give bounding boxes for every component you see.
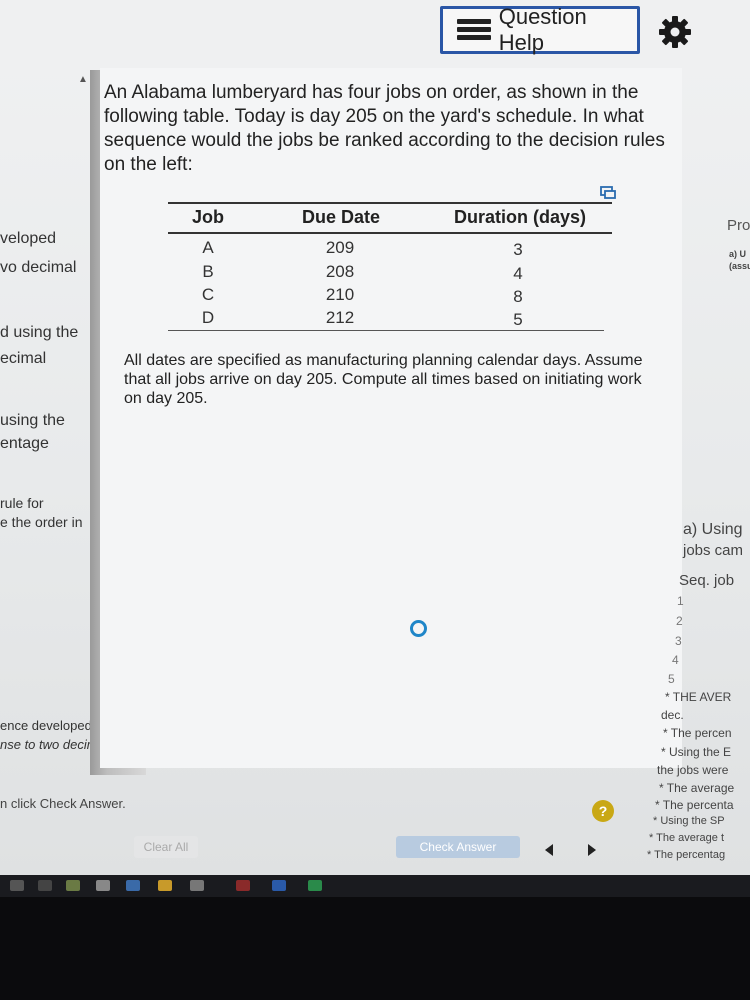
table-cell: B [202,262,214,281]
left-line: using the [0,412,65,429]
table-cell: 3 [513,240,523,259]
taskbar-app-icon[interactable] [66,880,80,891]
taskbar-app-icon[interactable] [158,880,172,891]
table-cell: 8 [513,287,523,306]
right-heading: Pro [727,217,750,234]
question-panel: An Alabama lumberyard has four jobs on o… [100,68,682,768]
left-line: veloped [0,230,57,247]
table-cell: A [202,238,214,257]
assumptions-note: All dates are specified as manufacturing… [124,352,643,407]
seq-number: 5 [668,672,675,686]
table-cell: 210 [325,285,355,304]
left-line: e the order in [0,514,83,530]
table-cell: 5 [513,310,523,329]
list-icon [457,18,491,42]
table-header-duration: Duration (days) [454,207,587,227]
clear-all-button[interactable]: Clear All [134,836,198,858]
question-text: An Alabama lumberyard has four jobs on o… [104,82,665,175]
taskbar-app-icon[interactable] [190,880,204,891]
store-icon[interactable] [96,880,110,891]
footer-bar: n click Check Answer. ? Clear All Check … [0,770,750,858]
right-sub: (assu [729,261,750,271]
seq-number: 4 [672,653,679,667]
right-text: Seq. job [679,572,735,589]
check-answer-button[interactable]: Check Answer [396,836,520,858]
table-cell: C [201,285,215,304]
question-help-label: Question Help [498,4,587,55]
question-help-button[interactable]: Question Help [440,4,640,55]
check-answer-instruction: n click Check Answer. [0,796,126,811]
table-rule [168,330,604,331]
left-line: d using the [0,324,79,341]
right-sub: a) U [729,249,747,259]
right-bullet: * The percen [663,726,732,740]
right-bullet: * Using the E [661,745,732,759]
right-text: jobs cam [683,542,744,559]
table-rule [168,202,612,204]
top-bar: Question Help [0,0,750,68]
taskbar-app-icon[interactable] [126,880,140,891]
taskbar-app-icon[interactable] [308,880,322,891]
screen: Question Help veloped vo decimal d using… [0,0,750,875]
table-cell: 4 [513,264,523,283]
taskbar-app-icon[interactable] [272,880,286,891]
loading-indicator [410,620,427,637]
table-header-due-date: Due Date [302,207,381,227]
table-cell: 212 [325,308,355,327]
right-bullet: * THE AVER [665,690,732,704]
task-view-icon[interactable] [38,880,52,891]
help-icon[interactable]: ? [592,800,614,822]
previous-arrow-icon[interactable] [545,844,553,856]
copy-data-icon[interactable] [600,186,616,200]
table-cell: D [201,308,215,327]
left-panel-instructions: veloped vo decimal d using the ecimal us… [0,70,108,850]
left-line: vo decimal [0,259,77,276]
seq-number: 3 [675,634,682,648]
next-arrow-icon[interactable] [588,844,596,856]
gear-icon[interactable] [657,14,693,50]
left-line: entage [0,435,49,452]
seq-number: 1 [677,594,684,608]
seq-number: 2 [676,614,683,628]
right-bullet: dec. [661,708,684,722]
table-rule [168,232,612,234]
scroll-up-icon[interactable]: ▲ [78,74,88,85]
table-cell: 208 [325,262,355,281]
table-cell: 209 [325,238,355,257]
right-bullet: * The percentag [647,849,726,861]
left-line: ecimal [0,350,47,367]
taskbar-app-icon[interactable] [236,880,250,891]
table-header-job: Job [192,207,225,227]
right-text: a) Using [683,521,743,538]
start-icon[interactable] [10,880,24,891]
taskbar [0,875,750,897]
